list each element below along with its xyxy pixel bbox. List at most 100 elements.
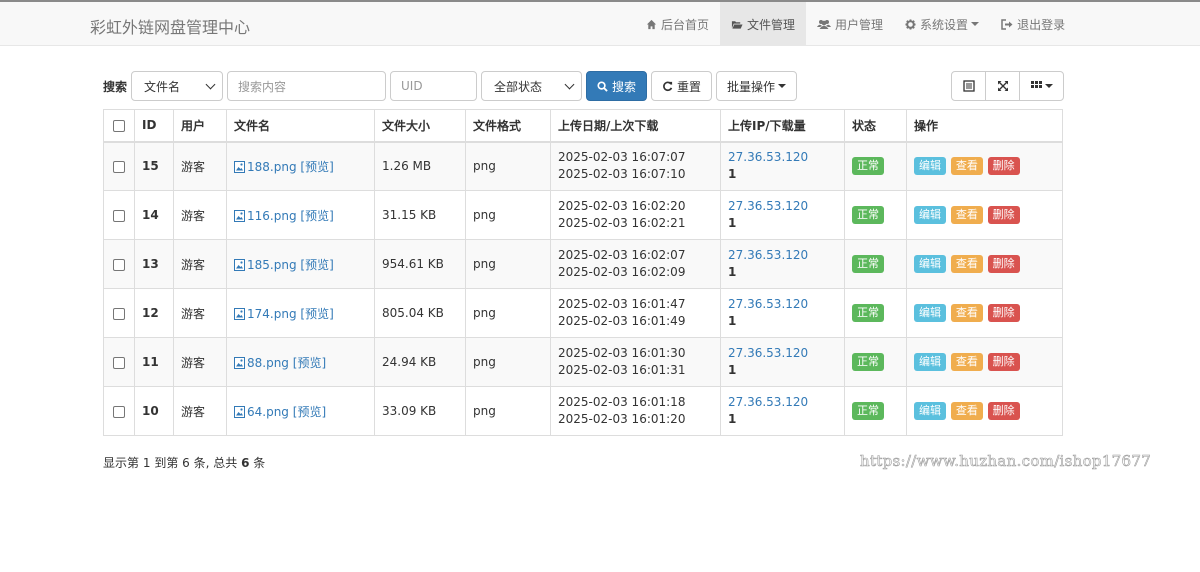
file-link[interactable]: 116.png <box>234 209 297 223</box>
row-checkbox[interactable] <box>113 307 125 320</box>
toggle-view-button[interactable] <box>952 72 986 100</box>
preview-link[interactable]: [预览] <box>293 405 326 419</box>
ip-link[interactable]: 27.36.53.120 <box>728 150 808 164</box>
file-link[interactable]: 188.png <box>234 160 297 174</box>
col-header-status[interactable]: 状态 <box>844 109 907 143</box>
col-header-format[interactable]: 文件格式 <box>465 109 551 143</box>
file-name: 174.png <box>247 306 297 321</box>
ip-link[interactable]: 27.36.53.120 <box>728 199 808 213</box>
nav-item-home[interactable]: 后台首页 <box>635 2 720 46</box>
caret-down-icon <box>971 22 980 26</box>
cell-id: 14 <box>134 190 174 240</box>
status-badge[interactable]: 正常 <box>852 157 884 176</box>
col-header-id[interactable]: ID <box>134 109 174 143</box>
search-input[interactable]: 搜索内容 <box>227 71 387 101</box>
folder-open-icon <box>731 20 743 29</box>
edit-button[interactable]: 编辑 <box>914 353 946 371</box>
image-file-icon <box>234 307 245 320</box>
ip-link[interactable]: 27.36.53.120 <box>728 248 808 262</box>
preview-link[interactable]: [预览] <box>293 356 326 370</box>
view-button[interactable]: 查看 <box>950 304 983 322</box>
field-select[interactable]: 文件名 <box>131 71 224 101</box>
edit-button[interactable]: 编辑 <box>914 304 946 322</box>
delete-button[interactable]: 删除 <box>987 255 1020 273</box>
delete-button[interactable]: 删除 <box>987 157 1020 176</box>
columns-button[interactable] <box>1020 72 1063 100</box>
nav-item-settings[interactable]: 系统设置 <box>894 2 990 46</box>
col-header-dates[interactable]: 上传日期/上次下载 <box>550 109 721 143</box>
status-badge[interactable]: 正常 <box>852 402 884 420</box>
table-row: 11 游客 88.png [预览] 24.94 KB png 2025-02-03 16:… <box>103 337 1063 387</box>
view-button[interactable]: 查看 <box>950 402 983 420</box>
preview-link[interactable]: [预览] <box>300 160 333 174</box>
caret-down-icon <box>778 84 787 88</box>
table-row: 13 游客 185.png [预览] 954.61 KB png 2025-02-03 1… <box>103 239 1063 289</box>
file-link[interactable]: 174.png <box>234 307 297 321</box>
status-select[interactable]: 全部状态 <box>481 71 583 101</box>
nav-item-logout[interactable]: 退出登录 <box>990 2 1076 46</box>
delete-button[interactable]: 删除 <box>987 206 1020 224</box>
cell-ip: 27.36.53.120 1 <box>720 288 845 338</box>
ip-link[interactable]: 27.36.53.120 <box>728 297 808 311</box>
view-button[interactable]: 查看 <box>950 157 983 176</box>
search-button[interactable]: 搜索 <box>586 71 648 101</box>
reset-button-label: 重置 <box>677 79 702 94</box>
row-checkbox[interactable] <box>113 405 125 418</box>
fullscreen-button[interactable] <box>986 72 1020 100</box>
row-checkbox[interactable] <box>113 258 125 271</box>
preview-link[interactable]: [预览] <box>300 209 333 223</box>
edit-button[interactable]: 编辑 <box>914 157 946 176</box>
view-button[interactable]: 查看 <box>950 255 983 273</box>
status-badge[interactable]: 正常 <box>852 206 884 224</box>
edit-button[interactable]: 编辑 <box>914 255 946 273</box>
preview-link[interactable]: [预览] <box>300 258 333 272</box>
nav-item-files[interactable]: 文件管理 <box>720 2 807 46</box>
cell-actions: 编辑 查看 删除 <box>906 386 1063 436</box>
uid-input[interactable]: UID <box>390 71 478 101</box>
cell-ip: 27.36.53.120 1 <box>720 190 845 240</box>
cell-filename: 64.png [预览] <box>226 386 375 436</box>
view-button[interactable]: 查看 <box>950 206 983 224</box>
cell-user: 游客 <box>173 337 227 387</box>
col-header-size[interactable]: 文件大小 <box>374 109 466 143</box>
preview-link[interactable]: [预览] <box>300 307 333 321</box>
select-all-checkbox[interactable] <box>113 119 125 132</box>
row-checkbox[interactable] <box>113 356 125 369</box>
file-link[interactable]: 185.png <box>234 258 297 272</box>
edit-button[interactable]: 编辑 <box>914 402 946 420</box>
file-link[interactable]: 88.png <box>234 356 289 370</box>
view-button[interactable]: 查看 <box>950 353 983 371</box>
search-icon <box>597 80 608 92</box>
row-checkbox[interactable] <box>113 160 125 173</box>
nav-item-label: 用户管理 <box>835 17 884 32</box>
file-link[interactable]: 64.png <box>234 405 289 419</box>
col-header-filename[interactable]: 文件名 <box>226 109 375 143</box>
delete-button[interactable]: 删除 <box>987 402 1020 420</box>
ip-link[interactable]: 27.36.53.120 <box>728 346 808 360</box>
app-title[interactable]: 彩虹外链网盘管理中心 <box>90 14 250 38</box>
cell-status: 正常 <box>844 190 907 240</box>
col-header-user[interactable]: 用户 <box>173 109 227 143</box>
file-name: 185.png <box>247 257 297 272</box>
cell-filename: 188.png [预览] <box>226 141 375 191</box>
pagination-total: 6 <box>241 456 250 470</box>
reset-button[interactable]: 重置 <box>651 71 713 101</box>
nav-item-label: 后台首页 <box>661 17 710 32</box>
search-button-label: 搜索 <box>612 79 637 94</box>
ip-link[interactable]: 27.36.53.120 <box>728 395 808 409</box>
status-badge[interactable]: 正常 <box>852 255 884 273</box>
delete-button[interactable]: 删除 <box>987 353 1020 371</box>
cell-actions: 编辑 查看 删除 <box>906 190 1063 240</box>
col-header-ip[interactable]: 上传IP/下载量 <box>720 109 845 143</box>
status-badge[interactable]: 正常 <box>852 304 884 322</box>
nav-item-users[interactable]: 用户管理 <box>806 2 894 46</box>
status-badge[interactable]: 正常 <box>852 353 884 371</box>
last-download-date: 2025-02-03 16:02:09 <box>558 265 686 279</box>
gear-icon <box>905 18 916 30</box>
batch-actions-button[interactable]: 批量操作 <box>716 71 798 101</box>
edit-button[interactable]: 编辑 <box>914 206 946 224</box>
download-count: 1 <box>728 412 737 426</box>
cell-id: 11 <box>134 337 174 387</box>
delete-button[interactable]: 删除 <box>987 304 1020 322</box>
row-checkbox[interactable] <box>113 209 125 222</box>
